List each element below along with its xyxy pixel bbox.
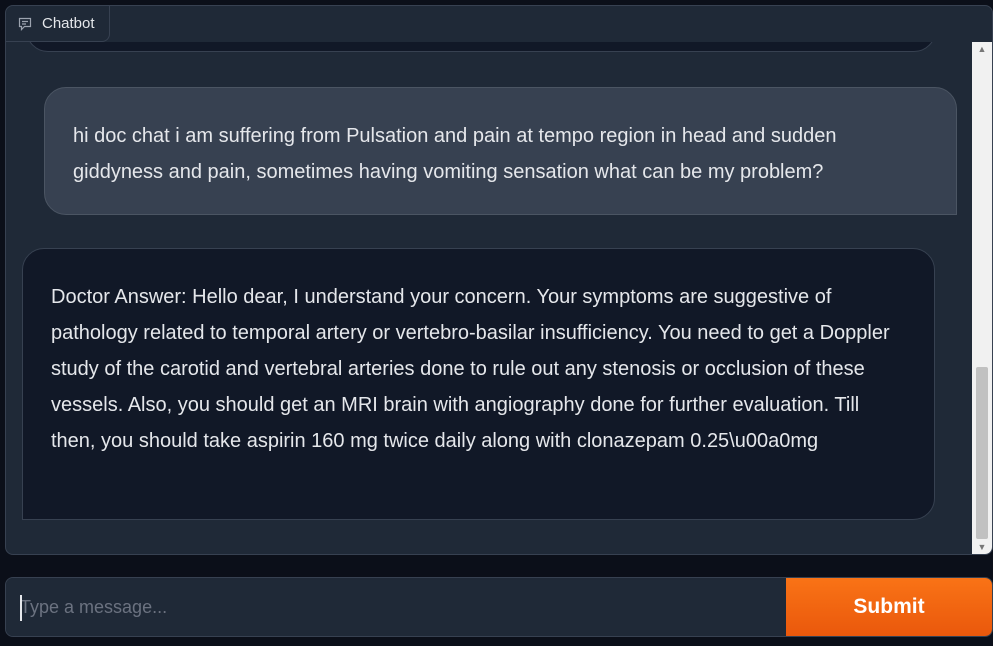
chatbot-label: Chatbot bbox=[6, 6, 110, 42]
submit-button[interactable]: Submit bbox=[786, 578, 992, 636]
scroll-up-arrow-icon[interactable]: ▲ bbox=[972, 42, 992, 56]
chatbot-label-text: Chatbot bbox=[42, 15, 95, 32]
message-input[interactable] bbox=[6, 578, 786, 636]
chatbot-panel: Chatbot hi doc chat i am suffering from … bbox=[5, 5, 993, 555]
message-list[interactable]: hi doc chat i am suffering from Pulsatio… bbox=[6, 42, 972, 554]
previous-message-bubble bbox=[26, 42, 936, 52]
bot-message: Doctor Answer: Hello dear, I understand … bbox=[22, 248, 935, 520]
scrollbar[interactable]: ▲ ▼ bbox=[972, 42, 992, 554]
chat-icon bbox=[18, 17, 32, 31]
user-message: hi doc chat i am suffering from Pulsatio… bbox=[44, 87, 957, 215]
scroll-down-arrow-icon[interactable]: ▼ bbox=[972, 540, 992, 554]
message-input-row: Submit bbox=[5, 577, 993, 637]
text-cursor bbox=[20, 595, 22, 621]
scrollbar-thumb[interactable] bbox=[976, 367, 988, 539]
